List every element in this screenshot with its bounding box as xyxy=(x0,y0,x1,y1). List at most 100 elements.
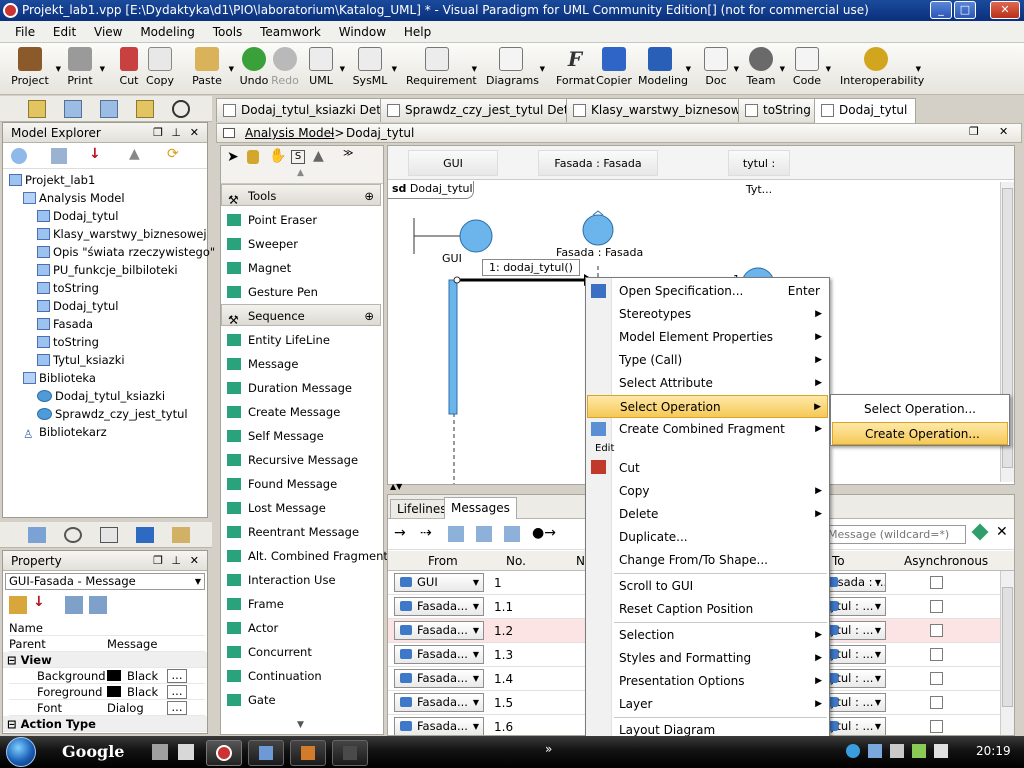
tree-item[interactable]: Analysis Model xyxy=(23,189,125,207)
menu-copy[interactable]: Copy ▶ xyxy=(587,480,828,503)
gui-activation[interactable] xyxy=(448,279,458,415)
pin-property-icon[interactable]: ⊥ xyxy=(171,551,181,571)
tab-klasy-warstwy-biznesowej[interactable]: Klasy_warstwy_biznesowej xyxy=(566,98,761,122)
async-checkbox[interactable] xyxy=(930,720,943,733)
property-tab-icon[interactable] xyxy=(28,527,46,543)
code-button[interactable]: Code ▼ xyxy=(792,47,831,93)
tab-tostring[interactable]: toString xyxy=(738,98,820,122)
tray-icon[interactable] xyxy=(890,744,904,758)
col-no[interactable]: No. xyxy=(506,554,526,568)
tree-item[interactable]: toString xyxy=(37,279,99,297)
volume-icon[interactable] xyxy=(934,744,948,758)
async-checkbox[interactable] xyxy=(930,648,943,661)
tree-item[interactable]: Dodaj_tytul xyxy=(37,297,119,315)
doc-icon[interactable] xyxy=(178,744,194,760)
menu-stereotypes[interactable]: Stereotypes ▶ xyxy=(587,303,828,326)
table-vscrollbar[interactable] xyxy=(1000,571,1014,735)
more-icon[interactable]: ≫ xyxy=(343,148,353,159)
property-row[interactable]: Parent Message xyxy=(9,636,205,652)
menu-modeling[interactable]: Modeling xyxy=(133,21,202,43)
team-button[interactable]: Team ▼ xyxy=(746,47,785,93)
copy-button[interactable]: Copy xyxy=(144,47,176,93)
tree-item[interactable]: PU_funkcje_bilbiloteki xyxy=(37,261,178,279)
palette-self-message[interactable]: Self Message xyxy=(221,424,381,448)
property-row[interactable]: Background Black... xyxy=(9,668,205,684)
palette-sweeper[interactable]: Sweeper xyxy=(221,232,381,256)
async-checkbox[interactable] xyxy=(930,576,943,589)
from-combo[interactable]: Fasada... ▼ xyxy=(394,693,484,712)
edit-button[interactable]: ... xyxy=(167,685,187,699)
from-combo[interactable]: Fasada... ▼ xyxy=(394,717,484,735)
palette-duration-message[interactable]: Duration Message xyxy=(221,376,381,400)
hand-icon[interactable]: ✋ xyxy=(269,148,286,164)
palette-magnet[interactable]: Magnet xyxy=(221,256,381,280)
action-type-section[interactable]: ⊟ Action Type xyxy=(3,716,207,732)
async-checkbox[interactable] xyxy=(930,672,943,685)
self-message-icon[interactable] xyxy=(504,526,520,542)
undo-button[interactable]: Undo xyxy=(238,47,270,93)
requirement-button[interactable]: Requirement ▼ xyxy=(406,47,477,93)
minimize-button[interactable]: _ xyxy=(930,1,952,19)
new-model-icon[interactable] xyxy=(11,148,27,164)
lock-icon[interactable] xyxy=(247,150,259,164)
palette-lost-message[interactable]: Lost Message xyxy=(221,496,381,520)
pen-icon[interactable] xyxy=(152,744,168,760)
close-property-icon[interactable]: ✕ xyxy=(190,551,199,571)
category-view-icon[interactable] xyxy=(9,596,27,614)
taskbar-vp-button[interactable] xyxy=(206,740,242,766)
diagram-nav-icon[interactable] xyxy=(64,100,82,118)
menu-view[interactable]: View xyxy=(87,21,129,43)
interoperability-button[interactable]: Interoperability ▼ xyxy=(840,47,924,93)
model-structure-icon[interactable] xyxy=(136,100,154,118)
async-message-icon[interactable]: ⇢ xyxy=(420,525,432,541)
sweeper-toggle-icon[interactable]: S xyxy=(291,150,305,164)
create-message-icon[interactable] xyxy=(448,526,464,542)
from-combo[interactable]: Fasada... ▼ xyxy=(394,621,484,640)
palette-recursive-message[interactable]: Recursive Message xyxy=(221,448,381,472)
gui-lifeline-head[interactable] xyxy=(459,219,493,253)
layers-tab-icon[interactable] xyxy=(172,527,190,543)
close-diagram-icon[interactable]: ✕ xyxy=(999,125,1008,138)
menu-tools[interactable]: Tools xyxy=(206,21,250,43)
menu-model-element-properties[interactable]: Model Element Properties ▶ xyxy=(587,326,828,349)
tray-icon[interactable] xyxy=(912,744,926,758)
tree-item[interactable]: Projekt_lab1 xyxy=(9,171,95,189)
triangle-icon[interactable]: ▲ xyxy=(313,148,324,164)
expand-section-icon[interactable]: ⊕ xyxy=(364,185,374,207)
tree-item[interactable]: Dodaj_tytul xyxy=(37,207,119,225)
close-panel-icon[interactable]: ✕ xyxy=(190,123,199,143)
selection-handle[interactable] xyxy=(453,276,461,284)
scroll-up-icon[interactable]: ▲ xyxy=(297,168,304,178)
expand-icon[interactable] xyxy=(65,596,83,614)
palette-message[interactable]: Message xyxy=(221,352,381,376)
menu-reset-caption-position[interactable]: Reset Caption Position xyxy=(587,598,828,621)
tree-item[interactable]: Tytul_ksiazki xyxy=(37,351,125,369)
google-toolbar[interactable]: Google xyxy=(62,740,124,764)
explorer-tab-icon[interactable] xyxy=(28,100,46,118)
palette-frame[interactable]: Frame xyxy=(221,592,381,616)
palette-concurrent[interactable]: Concurrent xyxy=(221,640,381,664)
palette-gesture-pen[interactable]: Gesture Pen xyxy=(221,280,381,304)
message-filter-input[interactable] xyxy=(824,525,966,544)
menu-scroll-to-gui[interactable]: Scroll to GUI xyxy=(587,575,828,598)
scroll-down-icon[interactable]: ▼ xyxy=(297,720,304,730)
from-combo[interactable]: Fasada... ▼ xyxy=(394,597,484,616)
tray-icon[interactable] xyxy=(868,744,882,758)
fasada-lifeline-head[interactable] xyxy=(582,214,614,246)
menu-window[interactable]: Window xyxy=(332,21,393,43)
start-button[interactable] xyxy=(6,737,36,767)
tree-item[interactable]: Opis "świata rzeczywistego" xyxy=(37,243,215,261)
class-repo-icon[interactable] xyxy=(100,100,118,118)
found-message-icon[interactable]: ●→ xyxy=(532,525,556,541)
collapse-icon[interactable] xyxy=(89,596,107,614)
taskbar-box-button[interactable] xyxy=(248,740,284,766)
menu-change-from-to-shape[interactable]: Change From/To Shape... xyxy=(587,549,828,572)
palette-gate[interactable]: Gate xyxy=(221,688,381,712)
col-from[interactable]: From xyxy=(428,554,458,568)
filter-apply-icon[interactable] xyxy=(971,523,989,541)
menu-selection[interactable]: Selection ▶ xyxy=(587,624,828,647)
edit-button[interactable]: ... xyxy=(167,669,187,683)
menu-styles-and-formatting[interactable]: Styles and Formatting ▶ xyxy=(587,647,828,670)
palette-create-message[interactable]: Create Message xyxy=(221,400,381,424)
menu-file[interactable]: File xyxy=(8,21,42,43)
